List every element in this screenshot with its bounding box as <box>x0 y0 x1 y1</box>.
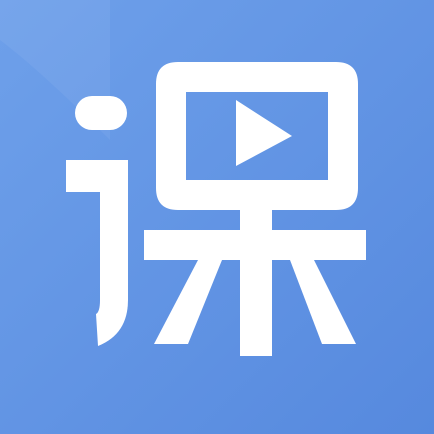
radical-dot <box>75 96 127 130</box>
glyph-center-stem <box>240 210 272 356</box>
course-video-icon <box>0 0 434 434</box>
app-icon <box>0 0 434 434</box>
